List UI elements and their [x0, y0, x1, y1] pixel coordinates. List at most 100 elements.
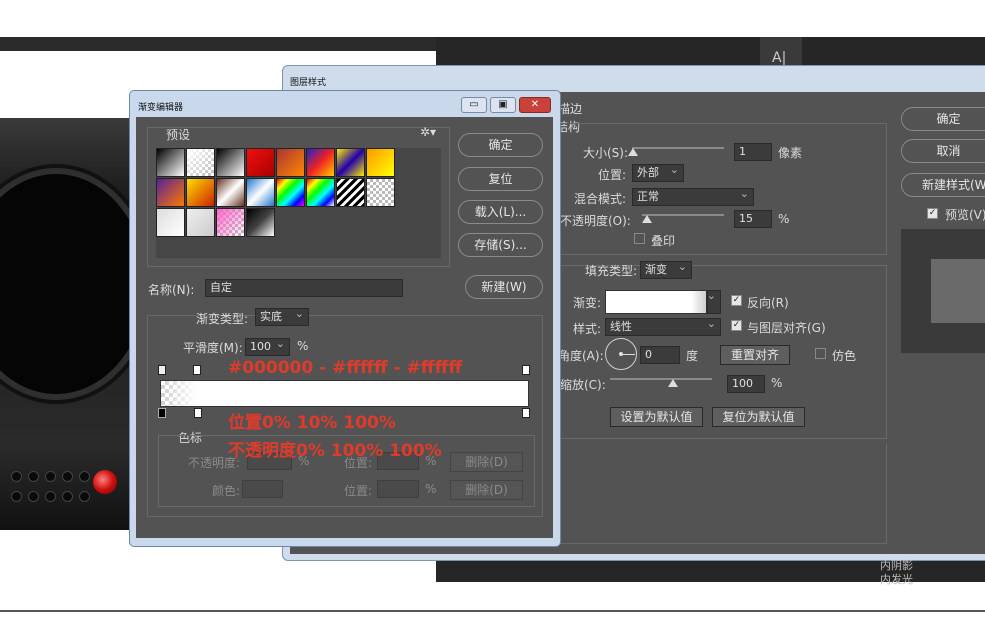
size-unit: 像素	[778, 146, 803, 160]
dither-checkbox[interactable]	[815, 348, 826, 359]
opacity-stop-0[interactable]	[158, 365, 166, 375]
scale-unit: %	[771, 376, 783, 390]
opacity-slider-thumb[interactable]	[642, 215, 652, 223]
gradient-editor-title: 渐变编辑器	[138, 103, 184, 113]
preset-swatch[interactable]	[246, 178, 275, 207]
position-select[interactable]: 外部	[632, 162, 684, 182]
color-annotation: #000000 - #ffffff - #ffffff	[228, 358, 463, 378]
preview-checkbox[interactable]: ✓	[927, 208, 938, 219]
preset-swatch[interactable]	[216, 148, 245, 177]
layer-style-ok-button[interactable]: 确定	[901, 107, 985, 131]
maximize-button[interactable]: ▣	[490, 97, 516, 113]
style-select[interactable]: 线性	[605, 316, 721, 336]
reverse-checkbox[interactable]: ✓	[731, 295, 742, 306]
preset-swatch[interactable]	[186, 178, 215, 207]
preset-swatch[interactable]	[366, 148, 395, 177]
name-input[interactable]: 自定	[205, 279, 403, 297]
blend-mode-label: 混合模式:	[574, 192, 627, 206]
gradient-preview-swatch[interactable]	[605, 290, 707, 314]
fill-type-label: 填充类型:	[585, 264, 638, 278]
gradient-picker-arrow[interactable]	[707, 288, 721, 314]
size-label: 大小(S):	[583, 146, 629, 160]
smoothness-unit: %	[297, 339, 309, 353]
preset-swatch[interactable]	[246, 208, 275, 237]
fill-type-select[interactable]: 渐变	[640, 259, 692, 279]
gradient-reset-button[interactable]: 复位	[458, 167, 543, 191]
preset-swatch[interactable]	[216, 208, 245, 237]
opacity-stop-10[interactable]	[193, 365, 201, 375]
opacity-unit: %	[778, 212, 790, 226]
layer-style-cancel-button[interactable]: 取消	[901, 139, 985, 163]
preset-swatch[interactable]	[246, 148, 275, 177]
preset-swatch[interactable]	[156, 178, 185, 207]
fill-type-value: 渐变	[645, 263, 667, 276]
align-layer-checkbox[interactable]: ✓	[731, 320, 742, 331]
preset-swatch[interactable]	[276, 178, 305, 207]
gear-icon[interactable]: ✲▾	[420, 125, 436, 139]
scale-label: 缩放(C):	[560, 378, 606, 392]
opacity-slider[interactable]	[642, 214, 724, 216]
style-value: 线性	[610, 320, 632, 333]
angle-label: 角度(A):	[558, 349, 604, 363]
opacity-annotation: 不透明度0% 100% 100%	[228, 441, 442, 461]
color-stop-100[interactable]	[522, 408, 530, 418]
device-red-light	[93, 470, 117, 494]
device-grille-dots	[8, 468, 98, 508]
bottom-section	[547, 443, 887, 544]
set-default-button[interactable]: 设置为默认值	[610, 407, 703, 427]
load-button[interactable]: 载入(L)...	[458, 200, 543, 224]
blend-mode-value: 正常	[637, 190, 659, 203]
color-stop-10[interactable]	[194, 408, 202, 418]
preset-swatch[interactable]	[216, 178, 245, 207]
new-style-button[interactable]: 新建样式(W	[901, 173, 985, 197]
size-slider[interactable]	[632, 147, 724, 149]
scale-slider[interactable]	[610, 378, 712, 380]
preset-swatch[interactable]	[186, 148, 215, 177]
reset-alignment-button[interactable]: 重置对齐	[720, 345, 790, 365]
angle-unit: 度	[686, 349, 699, 363]
overprint-checkbox[interactable]	[634, 233, 645, 244]
smoothness-label: 平滑度(M):	[183, 341, 243, 355]
stop-color-position-label: 位置:	[344, 484, 373, 498]
preset-swatch[interactable]	[336, 178, 365, 207]
size-slider-thumb[interactable]	[628, 148, 638, 156]
gradient-preview-bar[interactable]	[160, 380, 529, 407]
delete-opacity-stop-button[interactable]: 删除(D)	[450, 452, 523, 472]
blend-mode-select[interactable]: 正常	[632, 186, 754, 206]
scale-input[interactable]: 100	[727, 375, 765, 393]
opacity-input[interactable]: 15	[734, 210, 772, 228]
preset-swatch[interactable]	[156, 148, 185, 177]
new-gradient-button[interactable]: 新建(W)	[465, 275, 543, 299]
preset-swatch[interactable]	[336, 148, 365, 177]
opacity-stop-100[interactable]	[522, 365, 530, 375]
save-button[interactable]: 存储(S)...	[458, 233, 543, 257]
size-input[interactable]: 1	[734, 143, 772, 161]
preset-swatch[interactable]	[186, 208, 215, 237]
preset-swatch[interactable]	[366, 178, 395, 207]
gradient-type-select[interactable]: 实底	[255, 306, 309, 326]
reset-default-button[interactable]: 复位为默认值	[712, 407, 805, 427]
angle-input[interactable]: 0	[640, 346, 680, 364]
stop-color-swatch[interactable]	[242, 480, 283, 498]
delete-color-stop-button[interactable]: 删除(D)	[450, 480, 523, 500]
minimize-button[interactable]: ▭	[461, 97, 487, 113]
close-button[interactable]: ✕	[519, 97, 551, 113]
angle-dial[interactable]	[605, 338, 637, 370]
preset-swatch[interactable]	[306, 148, 335, 177]
stop-color-label: 颜色:	[212, 484, 241, 498]
gradient-ok-button[interactable]: 确定	[458, 133, 543, 157]
preview-label: 预览(V)	[945, 208, 985, 222]
color-stop-0[interactable]	[158, 408, 166, 418]
style-label: 样式:	[573, 322, 602, 336]
stop-color-position-input[interactable]	[377, 480, 419, 498]
preset-swatch[interactable]	[276, 148, 305, 177]
presets-label: 预设	[166, 128, 191, 142]
preset-swatch[interactable]	[156, 208, 185, 237]
inner-glow-item[interactable]: 内发光	[880, 571, 913, 587]
reverse-label: 反向(R)	[747, 296, 789, 310]
smoothness-value: 100	[250, 340, 271, 353]
preset-swatch[interactable]	[306, 178, 335, 207]
align-layer-label: 与图层对齐(G)	[747, 321, 826, 335]
scale-slider-thumb[interactable]	[668, 379, 678, 387]
smoothness-select[interactable]: 100	[245, 336, 290, 356]
